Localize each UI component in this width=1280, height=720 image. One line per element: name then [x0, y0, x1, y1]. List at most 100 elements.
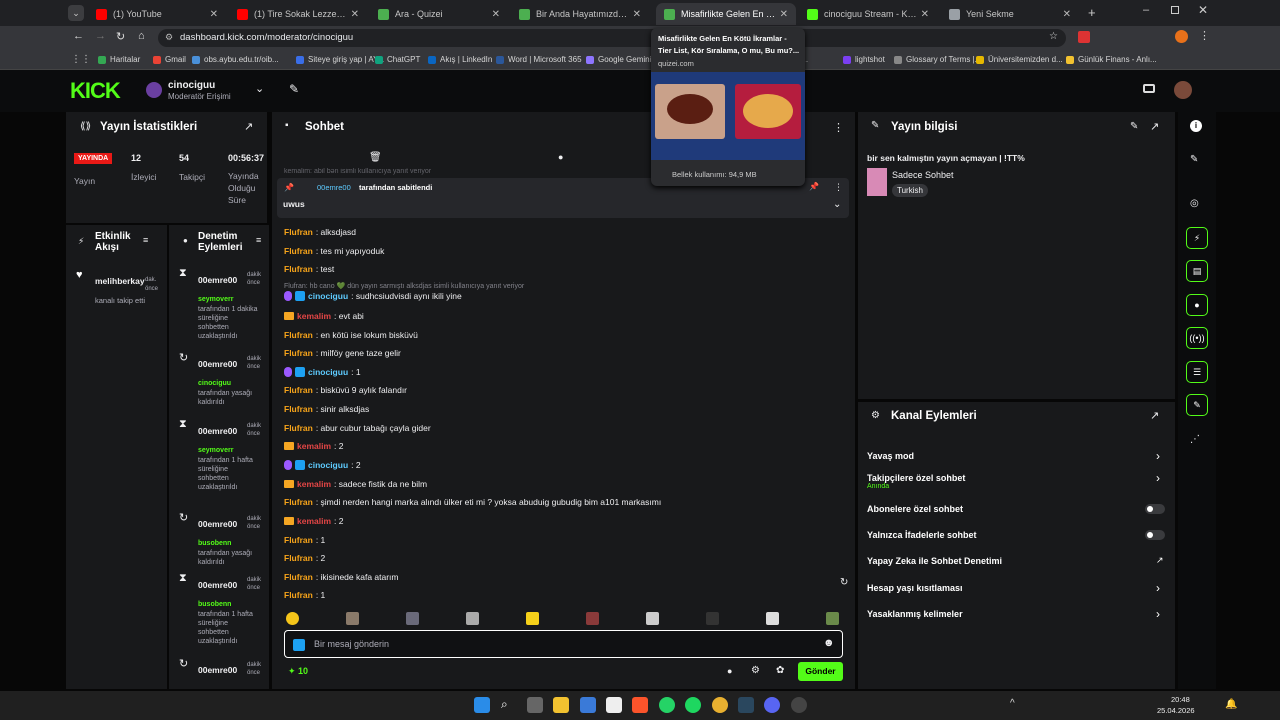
chat-username[interactable]: kemalim [297, 441, 331, 451]
chat-menu-icon[interactable]: ⋮ [833, 121, 844, 134]
chat-username[interactable]: Flufran [284, 264, 313, 274]
channel-points[interactable]: ✦ 10 [288, 666, 308, 677]
tab-4[interactable]: Misafirlikte Gelen En Kötü İkram ✕ [656, 3, 796, 25]
bookmark-item[interactable]: Glossary of Terms |... [894, 55, 981, 64]
search-icon[interactable]: ⌕ [501, 697, 517, 713]
actions-popout-icon[interactable]: ↗ [1150, 409, 1159, 422]
bookmark-item[interactable]: Siteye giriş yap | AY... [296, 55, 384, 64]
tab-close-icon[interactable]: ✕ [210, 9, 218, 20]
address-bar[interactable]: ⚙ dashboard.kick.com/moderator/cinociguu… [158, 29, 1066, 47]
mod-target-user[interactable]: 00emre00 [198, 359, 237, 369]
site-info-icon[interactable]: ⚙ [165, 32, 173, 43]
new-tab-button[interactable]: + [1088, 5, 1096, 20]
task-view-icon[interactable] [527, 697, 543, 713]
chrome-icon[interactable] [712, 697, 728, 713]
chat-username[interactable]: kemalim [297, 311, 331, 321]
send-button[interactable]: Gönder [798, 662, 843, 681]
user-avatar[interactable] [1174, 81, 1192, 99]
forward-icon[interactable]: → [95, 30, 106, 42]
channel-action-label[interactable]: Takipçilere özel sohbet [867, 473, 965, 483]
edit-icon[interactable]: ✎ [1130, 121, 1138, 132]
emote-icon[interactable]: ✿ [776, 665, 784, 676]
channel-dropdown-chevron-icon[interactable]: ⌄ [255, 82, 264, 95]
apps-icon[interactable]: ⋮⋮ [71, 54, 91, 65]
discord-icon[interactable] [764, 697, 780, 713]
emote-icon[interactable] [466, 612, 479, 625]
chevron-right-icon[interactable]: › [1156, 449, 1160, 463]
external-link-icon[interactable]: ↗ [1156, 555, 1164, 566]
chat-message[interactable]: Flufran: bisküvü 9 aylık falandır [284, 385, 407, 395]
tab-0[interactable]: (1) YouTube ✕ [88, 3, 226, 25]
home-icon[interactable]: ⌂ [138, 30, 145, 42]
sidebar-share-icon[interactable]: ⋰ [1190, 434, 1200, 445]
toggle-switch[interactable] [1145, 504, 1165, 514]
chat-username[interactable]: Flufran [284, 497, 313, 507]
bookmark-item[interactable]: Haritalar [98, 55, 140, 64]
file-explorer-icon[interactable] [553, 697, 569, 713]
queue-button[interactable]: ☰ [1186, 361, 1208, 383]
channel-name[interactable]: cinociguu [168, 80, 215, 91]
channel-action-label[interactable]: Yavaş mod [867, 451, 914, 461]
channel-action-label[interactable]: Hesap yaşı kısıtlaması [867, 583, 963, 593]
wallet-icon[interactable] [1143, 84, 1155, 93]
xbox-icon[interactable] [791, 697, 807, 713]
channel-action-label[interactable]: Yapay Zeka ile Sohbet Denetimi [867, 556, 1002, 566]
chat-username[interactable]: Flufran [284, 227, 313, 237]
mod-actor[interactable]: busobenn [198, 601, 231, 608]
chevron-right-icon[interactable]: › [1156, 471, 1160, 485]
chat-message[interactable]: cinociguu: 1 [284, 367, 361, 377]
filter-icon[interactable]: ≡ [143, 235, 148, 245]
chat-username[interactable]: Flufran [284, 590, 313, 600]
chat-message[interactable]: Flufran: 1 [284, 535, 325, 545]
chat-message[interactable]: Flufran: alksdjasd [284, 227, 356, 237]
mod-target-user[interactable]: 00emre00 [198, 665, 237, 675]
chat-message[interactable]: Flufran: en kötü ise lokum bisküvü [284, 330, 418, 340]
emote-icon[interactable] [646, 612, 659, 625]
bookmark-item[interactable]: Word | Microsoft 365 [496, 55, 582, 64]
bookmark-star-icon[interactable]: ☆ [1049, 31, 1058, 42]
chat-message[interactable]: Flufran: şimdi nerden hangi marka alındı… [284, 497, 661, 507]
unpin-icon[interactable]: 📌 [809, 182, 819, 191]
popout-icon[interactable]: ↗ [244, 120, 253, 133]
chat-message[interactable]: cinociguu: 2 [284, 460, 361, 470]
mod-actor[interactable]: seymoverr [198, 447, 233, 454]
chat-message[interactable]: Flufran: test [284, 264, 334, 274]
bookmark-item[interactable]: Akış | LinkedIn [428, 55, 492, 64]
bookmark-item[interactable]: lightshot [843, 55, 885, 64]
chat-message[interactable]: Flufran: milföy gene taze gelir [284, 348, 401, 358]
spotify-icon[interactable] [685, 697, 701, 713]
tab-close-icon[interactable]: ✕ [492, 9, 500, 20]
maximize-icon[interactable] [1171, 6, 1179, 14]
chat-message[interactable]: Flufran: sinir alksdjas [284, 404, 369, 414]
tab-close-icon[interactable]: ✕ [780, 9, 788, 20]
chat-username[interactable]: Flufran [284, 246, 313, 256]
chat-mode-icon[interactable]: ● [558, 152, 563, 162]
settings-icon[interactable]: ⚙ [751, 665, 760, 676]
bookmark-item[interactable]: obs.aybu.edu.tr/oib... [192, 55, 279, 64]
chat-message[interactable]: kemalim: 2 [284, 516, 344, 526]
mod-actor[interactable]: seymoverr [198, 296, 233, 303]
chat-button[interactable]: ● [1186, 294, 1208, 316]
reload-icon[interactable]: ↻ [116, 30, 125, 43]
back-icon[interactable]: ← [73, 30, 84, 42]
pinned-expand-chevron-icon[interactable]: ⌄ [833, 199, 841, 210]
capcut-icon[interactable] [606, 697, 622, 713]
menu-icon[interactable]: ⋮ [1199, 29, 1210, 42]
chat-username[interactable]: kemalim [297, 479, 331, 489]
bookmark-item[interactable]: Üniversitemizden d... [976, 55, 1063, 64]
chat-username[interactable]: kemalim [297, 516, 331, 526]
whatsapp-icon[interactable] [659, 697, 675, 713]
kick-logo[interactable]: KICK [70, 78, 121, 104]
tab-2[interactable]: Ara - Quizei ✕ [370, 3, 508, 25]
windows-start-icon[interactable] [474, 697, 490, 713]
emote-icon[interactable] [346, 612, 359, 625]
chat-username[interactable]: Flufran [284, 553, 313, 563]
profile-avatar-browser[interactable] [1175, 30, 1188, 43]
tab-1[interactable]: (1) Tire Sokak Lezzetleri | Vlog ✕ [229, 3, 367, 25]
tab-6[interactable]: Yeni Sekme ✕ [941, 3, 1079, 25]
modlog-filter-icon[interactable]: ≡ [256, 235, 261, 245]
chevron-right-icon[interactable]: › [1156, 607, 1160, 621]
camera-icon[interactable]: ◎ [1190, 198, 1199, 209]
minimize-icon[interactable]: – [1143, 4, 1149, 16]
chat-bubble-button-icon[interactable]: ● [727, 666, 732, 676]
